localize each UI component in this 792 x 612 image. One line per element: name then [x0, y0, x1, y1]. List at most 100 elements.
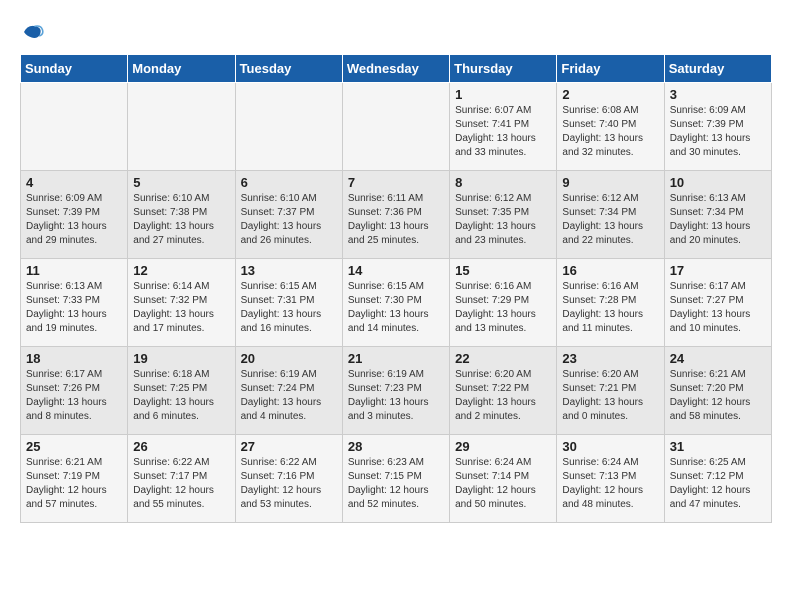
calendar-cell: 6 Sunrise: 6:10 AM Sunset: 7:37 PM Daylig…	[235, 171, 342, 259]
cell-content: Sunrise: 6:10 AM Sunset: 7:37 PM Dayligh…	[241, 192, 337, 248]
day-number: 8	[455, 175, 551, 190]
calendar-body: 1 Sunrise: 6:07 AM Sunset: 7:41 PM Daylig…	[21, 83, 772, 523]
cell-content: Sunrise: 6:12 AM Sunset: 7:35 PM Dayligh…	[455, 192, 551, 248]
week-row-1: 4 Sunrise: 6:09 AM Sunset: 7:39 PM Daylig…	[21, 171, 772, 259]
week-row-4: 25 Sunrise: 6:21 AM Sunset: 7:19 PM Dayli…	[21, 435, 772, 523]
calendar-cell	[342, 83, 449, 171]
cell-content: Sunrise: 6:09 AM Sunset: 7:39 PM Dayligh…	[26, 192, 122, 248]
day-number: 14	[348, 263, 444, 278]
calendar-cell: 9 Sunrise: 6:12 AM Sunset: 7:34 PM Daylig…	[557, 171, 664, 259]
calendar-cell: 23 Sunrise: 6:20 AM Sunset: 7:21 PM Dayli…	[557, 347, 664, 435]
calendar-cell: 2 Sunrise: 6:08 AM Sunset: 7:40 PM Daylig…	[557, 83, 664, 171]
calendar-cell: 14 Sunrise: 6:15 AM Sunset: 7:30 PM Dayli…	[342, 259, 449, 347]
calendar-cell: 20 Sunrise: 6:19 AM Sunset: 7:24 PM Dayli…	[235, 347, 342, 435]
week-row-2: 11Sunrise: 6:13 AM Sunset: 7:33 PM Dayli…	[21, 259, 772, 347]
day-number: 12	[133, 263, 229, 278]
day-number: 9	[562, 175, 658, 190]
logo-icon	[20, 20, 44, 44]
calendar-cell: 12 Sunrise: 6:14 AM Sunset: 7:32 PM Dayli…	[128, 259, 235, 347]
cell-content: Sunrise: 6:18 AM Sunset: 7:25 PM Dayligh…	[133, 368, 229, 424]
day-number: 4	[26, 175, 122, 190]
calendar-cell: 22 Sunrise: 6:20 AM Sunset: 7:22 PM Dayli…	[450, 347, 557, 435]
cell-content: Sunrise: 6:10 AM Sunset: 7:38 PM Dayligh…	[133, 192, 229, 248]
day-number: 18	[26, 351, 122, 366]
cell-content: Sunrise: 6:24 AM Sunset: 7:14 PM Dayligh…	[455, 456, 551, 512]
calendar-cell: 10Sunrise: 6:13 AM Sunset: 7:34 PM Dayli…	[664, 171, 771, 259]
cell-content: Sunrise: 6:19 AM Sunset: 7:23 PM Dayligh…	[348, 368, 444, 424]
day-number: 28	[348, 439, 444, 454]
header-monday: Monday	[128, 55, 235, 83]
cell-content: Sunrise: 6:17 AM Sunset: 7:26 PM Dayligh…	[26, 368, 122, 424]
day-number: 1	[455, 87, 551, 102]
calendar-cell: 18 Sunrise: 6:17 AM Sunset: 7:26 PM Dayli…	[21, 347, 128, 435]
day-number: 6	[241, 175, 337, 190]
calendar-cell: 5 Sunrise: 6:10 AM Sunset: 7:38 PM Daylig…	[128, 171, 235, 259]
day-number: 7	[348, 175, 444, 190]
calendar-cell: 1 Sunrise: 6:07 AM Sunset: 7:41 PM Daylig…	[450, 83, 557, 171]
day-number: 31	[670, 439, 766, 454]
cell-content: Sunrise: 6:20 AM Sunset: 7:22 PM Dayligh…	[455, 368, 551, 424]
cell-content: Sunrise: 6:12 AM Sunset: 7:34 PM Dayligh…	[562, 192, 658, 248]
cell-content: Sunrise: 6:23 AM Sunset: 7:15 PM Dayligh…	[348, 456, 444, 512]
calendar-header: SundayMondayTuesdayWednesdayThursdayFrid…	[21, 55, 772, 83]
calendar-table: SundayMondayTuesdayWednesdayThursdayFrid…	[20, 54, 772, 523]
calendar-cell: 8 Sunrise: 6:12 AM Sunset: 7:35 PM Daylig…	[450, 171, 557, 259]
calendar-cell	[128, 83, 235, 171]
header-wednesday: Wednesday	[342, 55, 449, 83]
cell-content: Sunrise: 6:11 AM Sunset: 7:36 PM Dayligh…	[348, 192, 444, 248]
day-number: 5	[133, 175, 229, 190]
day-number: 11	[26, 263, 122, 278]
calendar-cell: 19 Sunrise: 6:18 AM Sunset: 7:25 PM Dayli…	[128, 347, 235, 435]
calendar-cell: 28 Sunrise: 6:23 AM Sunset: 7:15 PM Dayli…	[342, 435, 449, 523]
calendar-cell: 16 Sunrise: 6:16 AM Sunset: 7:28 PM Dayli…	[557, 259, 664, 347]
header-row: SundayMondayTuesdayWednesdayThursdayFrid…	[21, 55, 772, 83]
cell-content: Sunrise: 6:16 AM Sunset: 7:28 PM Dayligh…	[562, 280, 658, 336]
cell-content: Sunrise: 6:21 AM Sunset: 7:20 PM Dayligh…	[670, 368, 766, 424]
cell-content: Sunrise: 6:16 AM Sunset: 7:29 PM Dayligh…	[455, 280, 551, 336]
calendar-cell	[21, 83, 128, 171]
calendar-cell: 26Sunrise: 6:22 AM Sunset: 7:17 PM Dayli…	[128, 435, 235, 523]
header-saturday: Saturday	[664, 55, 771, 83]
day-number: 23	[562, 351, 658, 366]
cell-content: Sunrise: 6:08 AM Sunset: 7:40 PM Dayligh…	[562, 104, 658, 160]
cell-content: Sunrise: 6:15 AM Sunset: 7:31 PM Dayligh…	[241, 280, 337, 336]
calendar-cell: 13 Sunrise: 6:15 AM Sunset: 7:31 PM Dayli…	[235, 259, 342, 347]
day-number: 16	[562, 263, 658, 278]
day-number: 25	[26, 439, 122, 454]
day-number: 13	[241, 263, 337, 278]
cell-content: Sunrise: 6:07 AM Sunset: 7:41 PM Dayligh…	[455, 104, 551, 160]
day-number: 20	[241, 351, 337, 366]
week-row-3: 18 Sunrise: 6:17 AM Sunset: 7:26 PM Dayli…	[21, 347, 772, 435]
header-friday: Friday	[557, 55, 664, 83]
day-number: 24	[670, 351, 766, 366]
calendar-cell: 24 Sunrise: 6:21 AM Sunset: 7:20 PM Dayli…	[664, 347, 771, 435]
cell-content: Sunrise: 6:15 AM Sunset: 7:30 PM Dayligh…	[348, 280, 444, 336]
day-number: 27	[241, 439, 337, 454]
calendar-cell: 30Sunrise: 6:24 AM Sunset: 7:13 PM Dayli…	[557, 435, 664, 523]
calendar-cell: 21Sunrise: 6:19 AM Sunset: 7:23 PM Dayli…	[342, 347, 449, 435]
day-number: 22	[455, 351, 551, 366]
cell-content: Sunrise: 6:09 AM Sunset: 7:39 PM Dayligh…	[670, 104, 766, 160]
calendar-cell	[235, 83, 342, 171]
header-thursday: Thursday	[450, 55, 557, 83]
day-number: 3	[670, 87, 766, 102]
cell-content: Sunrise: 6:21 AM Sunset: 7:19 PM Dayligh…	[26, 456, 122, 512]
cell-content: Sunrise: 6:14 AM Sunset: 7:32 PM Dayligh…	[133, 280, 229, 336]
day-number: 26	[133, 439, 229, 454]
day-number: 30	[562, 439, 658, 454]
day-number: 10	[670, 175, 766, 190]
calendar-cell: 31Sunrise: 6:25 AM Sunset: 7:12 PM Dayli…	[664, 435, 771, 523]
page-header	[20, 20, 772, 44]
cell-content: Sunrise: 6:22 AM Sunset: 7:16 PM Dayligh…	[241, 456, 337, 512]
day-number: 2	[562, 87, 658, 102]
logo	[20, 20, 48, 44]
cell-content: Sunrise: 6:19 AM Sunset: 7:24 PM Dayligh…	[241, 368, 337, 424]
cell-content: Sunrise: 6:17 AM Sunset: 7:27 PM Dayligh…	[670, 280, 766, 336]
day-number: 15	[455, 263, 551, 278]
header-tuesday: Tuesday	[235, 55, 342, 83]
cell-content: Sunrise: 6:20 AM Sunset: 7:21 PM Dayligh…	[562, 368, 658, 424]
day-number: 19	[133, 351, 229, 366]
day-number: 17	[670, 263, 766, 278]
day-number: 29	[455, 439, 551, 454]
calendar-cell: 25 Sunrise: 6:21 AM Sunset: 7:19 PM Dayli…	[21, 435, 128, 523]
